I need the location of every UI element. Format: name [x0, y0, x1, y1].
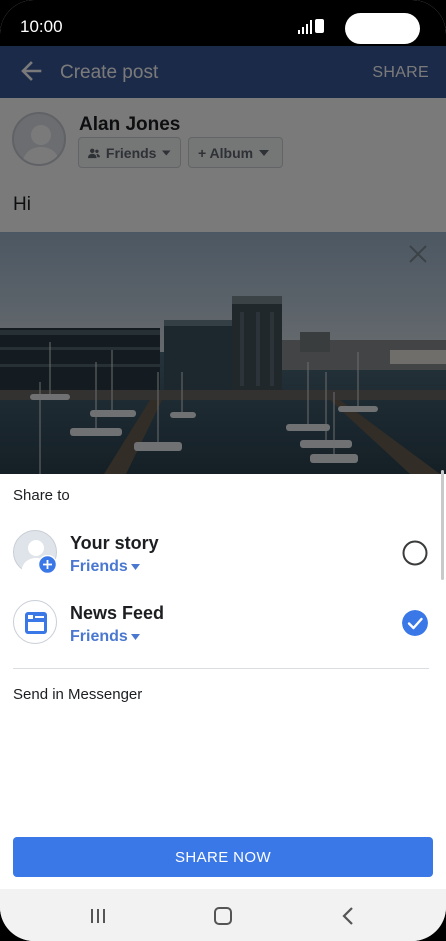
friends-icon	[88, 148, 100, 158]
camera-pill	[345, 13, 420, 44]
album-label: + Album	[198, 144, 254, 161]
radio-selected-check-icon[interactable]	[402, 610, 428, 636]
remove-photo-icon[interactable]	[408, 244, 428, 264]
navigation-bar	[0, 889, 446, 941]
caret-down-icon	[162, 149, 171, 156]
harbor-photo	[0, 232, 446, 474]
avatar-silhouette-icon	[22, 125, 60, 164]
radio-unselected-icon[interactable]	[402, 540, 428, 566]
option-audience[interactable]: Friends	[70, 558, 140, 576]
audience-label: Friends	[105, 144, 157, 161]
author-name: Alan Jones	[79, 114, 181, 135]
caret-down-icon	[259, 149, 270, 156]
post-photo	[0, 232, 446, 474]
battery-icon	[315, 19, 324, 33]
post-composer: Alan Jones Friends + Album Hi	[0, 98, 446, 232]
share-header-button[interactable]: SHARE	[372, 64, 429, 82]
option-audience-label: Friends	[70, 558, 128, 575]
back-icon[interactable]	[341, 906, 355, 926]
option-title: News Feed	[70, 603, 165, 623]
phone-screen: 10:00 Create post SHARE Alan Jones Frien…	[0, 0, 446, 941]
page-title: Create post	[60, 62, 159, 83]
add-icon	[38, 555, 57, 574]
audience-selector[interactable]: Friends	[78, 137, 181, 168]
share-option-your-story[interactable]: Your story Friends	[0, 528, 446, 588]
album-selector[interactable]: + Album	[188, 137, 283, 168]
post-text[interactable]: Hi	[13, 194, 31, 216]
home-icon[interactable]	[214, 907, 232, 925]
back-arrow-icon[interactable]	[20, 60, 42, 82]
share-option-news-feed[interactable]: News Feed Friends	[0, 598, 446, 658]
scrollbar[interactable]	[441, 470, 444, 580]
news-feed-icon	[13, 600, 57, 644]
option-title: Your story	[70, 533, 159, 553]
divider	[13, 668, 429, 669]
share-to-label: Share to	[13, 487, 70, 504]
share-now-button[interactable]: SHARE NOW	[13, 837, 433, 877]
option-audience-label: Friends	[70, 628, 128, 645]
signal-icon	[298, 20, 312, 34]
option-audience[interactable]: Friends	[70, 628, 140, 646]
status-time: 10:00	[20, 17, 63, 36]
share-sheet: Share to Your story Friends News Feed Fr…	[0, 474, 446, 889]
app-header: Create post SHARE	[0, 46, 446, 98]
caret-down-icon	[130, 564, 140, 570]
status-bar: 10:00	[0, 0, 446, 46]
caret-down-icon	[130, 634, 140, 640]
avatar	[12, 112, 66, 166]
recent-apps-icon[interactable]	[89, 908, 107, 924]
send-in-messenger[interactable]: Send in Messenger	[13, 686, 142, 703]
